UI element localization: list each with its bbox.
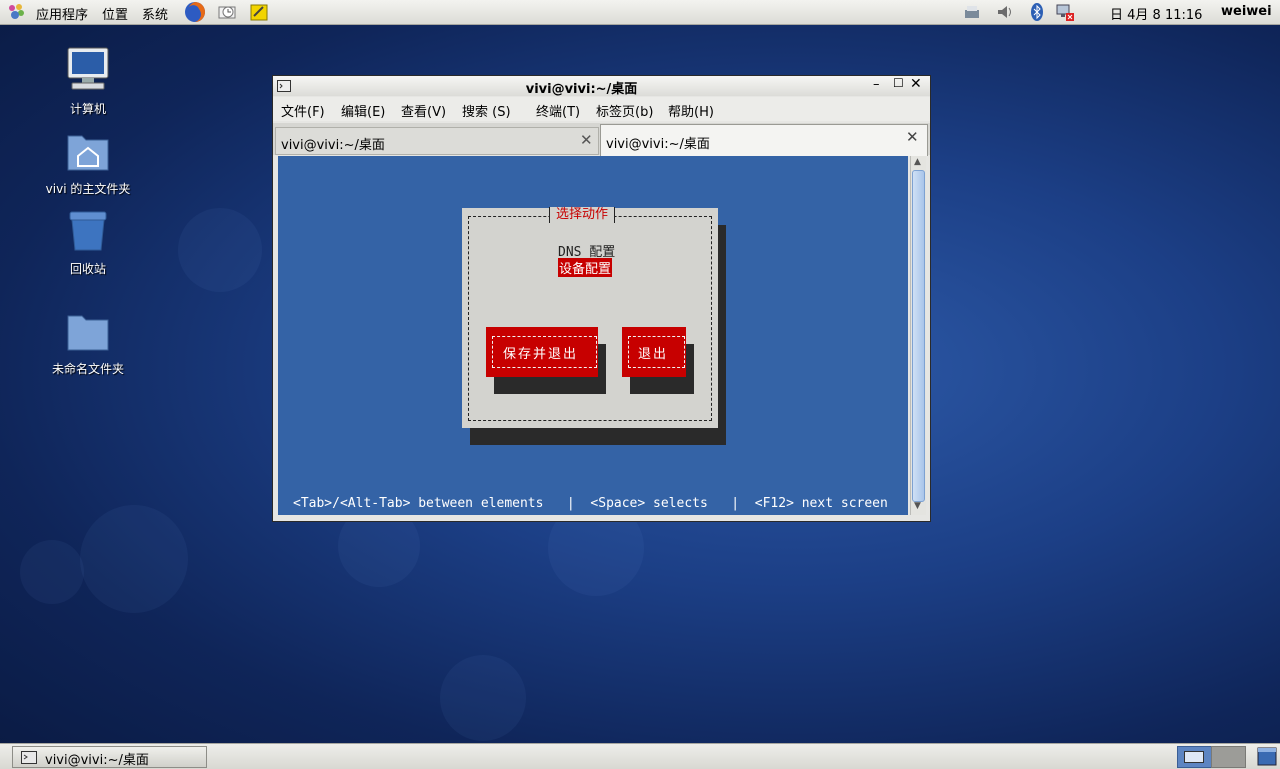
- desktop-icon-label: vivi 的主文件夹: [45, 182, 131, 196]
- computer-icon: [67, 47, 109, 90]
- panel-user[interactable]: weiwei: [1221, 4, 1272, 19]
- tab-bar: vivi@vivi:~/桌面 ✕ vivi@vivi:~/桌面 ✕: [273, 123, 930, 156]
- tab-label: vivi@vivi:~/桌面: [606, 137, 710, 152]
- menu-file[interactable]: 文件(F): [281, 101, 325, 120]
- folder-icon: [67, 315, 109, 351]
- dialog-title: 选择动作: [549, 207, 616, 223]
- desktop-icon-home[interactable]: vivi 的主文件夹: [38, 128, 138, 197]
- maximize-icon[interactable]: ☐: [893, 76, 904, 90]
- home-folder-icon: [67, 135, 109, 171]
- show-desktop-icon[interactable]: [1257, 747, 1277, 766]
- menu-terminal[interactable]: 终端(T): [536, 101, 580, 120]
- taskbar-task-button[interactable]: vivi@vivi:~/桌面: [12, 746, 207, 768]
- tab-inactive[interactable]: vivi@vivi:~/桌面 ✕: [275, 127, 599, 155]
- window-menubar: 文件(F) 编辑(E) 查看(V) 搜索 (S) 终端(T) 标签页(b) 帮助…: [273, 97, 930, 121]
- window-titlebar[interactable]: vivi@vivi:~/桌面 – ☐ ✕: [273, 76, 930, 97]
- menu-view[interactable]: 查看(V): [401, 101, 446, 120]
- menu-search[interactable]: 搜索 (S): [462, 101, 511, 120]
- bottom-panel: vivi@vivi:~/桌面: [0, 743, 1280, 769]
- minimize-icon[interactable]: –: [873, 77, 880, 92]
- desktop-icon-label: 未命名文件夹: [51, 362, 124, 376]
- bluetooth-icon[interactable]: [1027, 2, 1047, 22]
- menu-tabs[interactable]: 标签页(b): [596, 101, 653, 120]
- menu-help[interactable]: 帮助(H): [668, 101, 714, 120]
- menu-applications[interactable]: 应用程序: [36, 4, 88, 23]
- note-editor-icon[interactable]: [249, 2, 269, 22]
- desktop-icon-folder[interactable]: 未命名文件夹: [38, 308, 138, 377]
- save-and-quit-button[interactable]: 保存并退出: [486, 327, 598, 377]
- taskbar-task-label: vivi@vivi:~/桌面: [45, 753, 149, 768]
- terminal-window: vivi@vivi:~/桌面 – ☐ ✕ 文件(F) 编辑(E) 查看(V) 搜…: [272, 75, 931, 522]
- scroll-down-icon[interactable]: ▼: [914, 501, 921, 511]
- volume-icon[interactable]: [995, 2, 1015, 22]
- tab-close-icon[interactable]: ✕: [906, 128, 919, 146]
- status-line: <Tab>/<Alt-Tab> between elements | <Spac…: [293, 496, 888, 511]
- close-icon[interactable]: ✕: [910, 76, 922, 92]
- tab-label: vivi@vivi:~/桌面: [281, 138, 385, 153]
- desktop-icon-computer[interactable]: 计算机: [38, 46, 138, 117]
- scrollbar-thumb[interactable]: [912, 170, 925, 502]
- tab-close-icon[interactable]: ✕: [580, 131, 593, 149]
- terminal-task-icon: [21, 751, 37, 764]
- network-printer-icon[interactable]: [962, 2, 982, 22]
- scroll-up-icon[interactable]: ▲: [914, 157, 921, 167]
- menu-system[interactable]: 系统: [142, 4, 168, 23]
- desktop-icon-label: 回收站: [69, 262, 106, 276]
- save-and-quit-label: 保存并退出: [503, 347, 579, 362]
- workspace-2[interactable]: [1211, 746, 1246, 768]
- gnome-foot-icon: [9, 4, 24, 19]
- workspace-1[interactable]: [1177, 746, 1212, 768]
- window-title: vivi@vivi:~/桌面: [525, 82, 638, 97]
- desktop-icon-trash[interactable]: 回收站: [38, 208, 138, 277]
- workspace-window-thumb: [1184, 751, 1204, 763]
- terminal-scrollbar[interactable]: ▲ ▼: [910, 156, 926, 515]
- tab-active[interactable]: vivi@vivi:~/桌面 ✕: [600, 124, 928, 156]
- terminal-screen[interactable]: 选择动作 DNS 配置 设备配置 保存并退出 退出 <Tab>/<Alt-Tab…: [278, 156, 908, 515]
- action-dialog: 选择动作 DNS 配置 设备配置 保存并退出 退出: [462, 207, 718, 428]
- desktop-icon-label: 计算机: [69, 102, 106, 116]
- option-device-config[interactable]: 设备配置: [558, 258, 613, 277]
- mail-clock-icon[interactable]: [217, 2, 237, 22]
- quit-label: 退出: [638, 347, 669, 362]
- panel-clock[interactable]: 日 4月 8 11:16: [1110, 4, 1202, 23]
- network-disconnected-icon[interactable]: [1055, 2, 1075, 22]
- menu-places[interactable]: 位置: [102, 4, 128, 23]
- top-panel: 应用程序 位置 系统 日 4月 8 11:16 weiwei: [0, 0, 1280, 25]
- firefox-icon[interactable]: [184, 1, 206, 23]
- menu-edit[interactable]: 编辑(E): [341, 101, 385, 120]
- quit-button[interactable]: 退出: [622, 327, 686, 377]
- trash-icon: [69, 211, 107, 251]
